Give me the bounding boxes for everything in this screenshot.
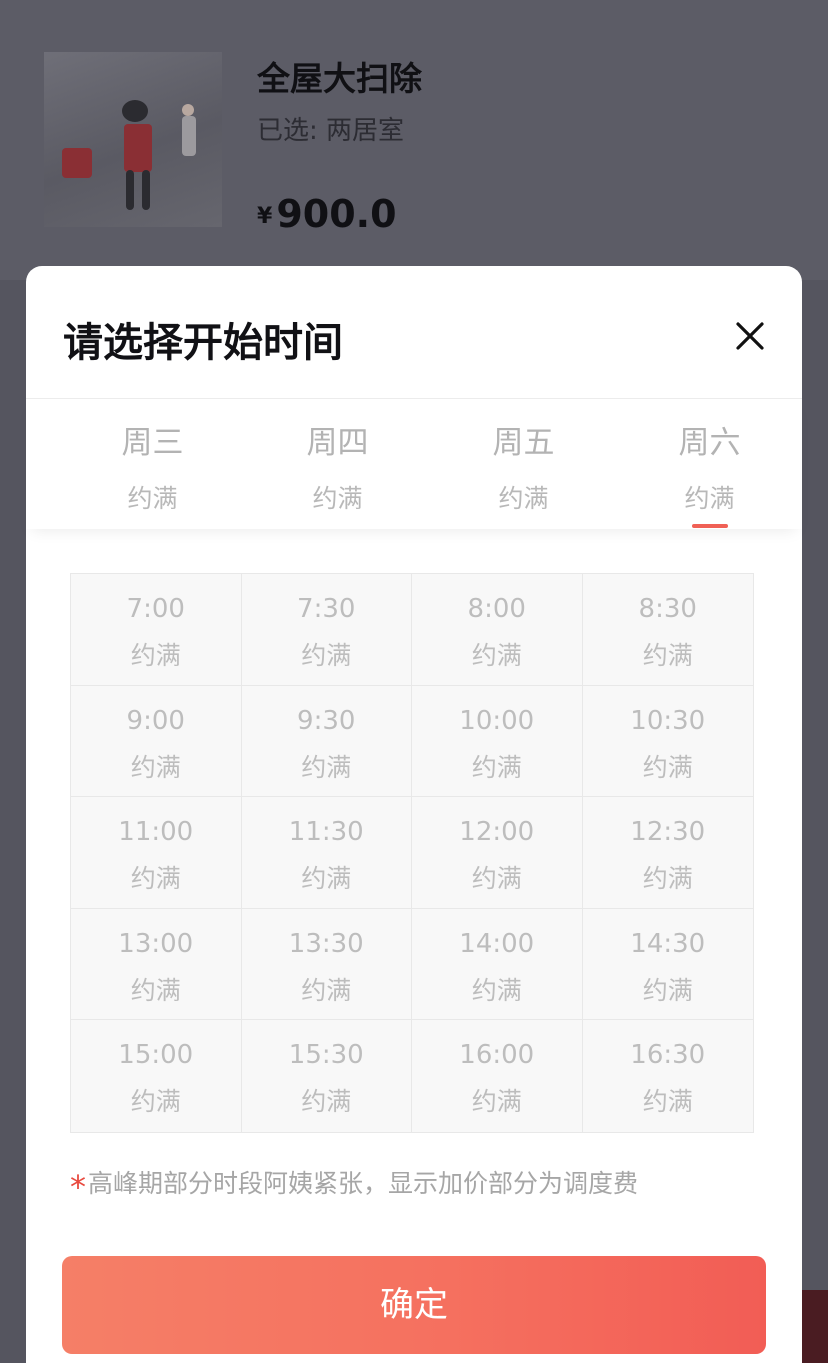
slot-time: 7:30 [297, 594, 356, 624]
time-slot[interactable]: 7:30 约满 [241, 574, 412, 686]
slot-status: 约满 [130, 1087, 181, 1117]
background-edge [800, 1290, 828, 1363]
day-name: 周五 [492, 425, 555, 461]
time-slot[interactable]: 13:30 约满 [241, 908, 412, 1021]
slot-time: 16:00 [459, 1040, 535, 1071]
slot-time: 9:00 [126, 705, 185, 736]
slot-time: 10:00 [459, 705, 535, 736]
sheet-header: 请选择开始时间 [26, 266, 802, 399]
slot-time: 9:30 [297, 705, 356, 736]
day-status: 约满 [684, 484, 735, 513]
time-slot[interactable]: 14:00 约满 [412, 908, 583, 1021]
slot-time: 10:30 [630, 705, 706, 736]
slot-status: 约满 [642, 1087, 693, 1117]
slot-status: 约满 [642, 752, 693, 782]
required-star: * [70, 1168, 86, 1206]
slot-time: 13:00 [118, 928, 194, 959]
slot-status: 约满 [471, 752, 522, 782]
time-slot[interactable]: 15:30 约满 [241, 1020, 412, 1132]
slot-status: 约满 [301, 1087, 352, 1117]
slot-status: 约满 [130, 975, 181, 1005]
time-slot-grid: 7:00 约满 7:30 约满 8:00 约满 8:30 约满 9:00 约满 9:30 约… [70, 573, 754, 1133]
slot-status: 约满 [471, 1087, 522, 1117]
day-status: 约满 [498, 484, 549, 513]
time-slot[interactable]: 12:30 约满 [582, 797, 753, 909]
time-slot[interactable]: 8:30 约满 [582, 574, 753, 686]
sheet-title: 请选择开始时间 [63, 320, 343, 366]
time-slot[interactable]: 14:30 约满 [582, 908, 753, 1021]
time-slot[interactable]: 8:00 约满 [412, 574, 583, 686]
slot-status: 约满 [301, 752, 352, 782]
time-slot[interactable]: 11:30 约满 [241, 797, 412, 909]
product-price: ¥900.0 [257, 192, 397, 236]
slot-status: 约满 [471, 864, 522, 894]
time-slot[interactable]: 10:00 约满 [412, 685, 583, 798]
day-tabs: 周三 约满 周四 约满 周五 约满 周六 约满 [26, 399, 802, 529]
slot-status: 约满 [471, 975, 522, 1005]
slot-status: 约满 [471, 641, 522, 670]
close-icon [736, 322, 764, 350]
product-card: 全屋大扫除 已选: 两居室 ¥900.0 [0, 0, 828, 280]
time-slot[interactable]: 9:00 约满 [71, 685, 242, 798]
slot-time: 14:00 [459, 928, 535, 959]
day-name: 周六 [678, 425, 741, 461]
slot-time: 12:30 [630, 817, 706, 848]
tab-day-0[interactable]: 周三 约满 [60, 399, 245, 529]
day-name: 周四 [306, 425, 369, 461]
slot-time: 7:00 [126, 594, 185, 624]
slot-status: 约满 [301, 864, 352, 894]
slot-status: 约满 [130, 641, 181, 670]
time-slot[interactable]: 16:00 约满 [412, 1020, 583, 1132]
peak-hours-note: *高峰期部分时段阿姨紧张，显示加价部分为调度费 [70, 1164, 638, 1206]
slot-time: 14:30 [630, 928, 706, 959]
slot-status: 约满 [642, 641, 693, 670]
product-selected-option: 已选: 两居室 [257, 116, 405, 146]
time-slot[interactable]: 11:00 约满 [71, 797, 242, 909]
time-slot[interactable]: 13:00 约满 [71, 908, 242, 1021]
close-button[interactable] [728, 314, 772, 358]
tab-day-1[interactable]: 周四 约满 [245, 399, 430, 529]
tab-day-2[interactable]: 周五 约满 [431, 399, 616, 529]
slot-time: 11:00 [118, 817, 194, 848]
day-status: 约满 [127, 484, 178, 513]
product-title: 全屋大扫除 [257, 59, 422, 98]
slot-status: 约满 [130, 752, 181, 782]
time-slot[interactable]: 12:00 约满 [412, 797, 583, 909]
slot-status: 约满 [301, 641, 352, 670]
slot-time: 13:30 [288, 928, 364, 959]
active-tab-indicator [692, 524, 728, 528]
slot-time: 8:00 [467, 594, 526, 624]
slot-status: 约满 [642, 864, 693, 894]
time-slot[interactable]: 10:30 约满 [582, 685, 753, 798]
day-name: 周三 [121, 425, 184, 461]
tab-day-3[interactable]: 周六 约满 [617, 399, 802, 529]
slot-time: 15:30 [288, 1040, 364, 1071]
slot-time: 12:00 [459, 817, 535, 848]
note-text: 高峰期部分时段阿姨紧张，显示加价部分为调度费 [88, 1169, 639, 1198]
time-picker-sheet: 请选择开始时间 周三 约满 周四 约满 周五 约满 周六 约满 7:00 约满 … [26, 266, 802, 1363]
slot-time: 16:30 [630, 1040, 706, 1071]
currency-symbol: ¥ [257, 204, 273, 229]
slot-time: 15:00 [118, 1040, 194, 1071]
confirm-button[interactable]: 确定 [62, 1256, 766, 1354]
slot-status: 约满 [642, 975, 693, 1005]
slot-status: 约满 [301, 975, 352, 1005]
time-slot[interactable]: 16:30 约满 [582, 1020, 753, 1132]
slot-status: 约满 [130, 864, 181, 894]
price-amount: 900.0 [276, 192, 397, 236]
product-image [44, 52, 222, 227]
time-slot[interactable]: 7:00 约满 [71, 574, 242, 686]
time-slot[interactable]: 9:30 约满 [241, 685, 412, 798]
time-slot[interactable]: 15:00 约满 [71, 1020, 242, 1132]
slot-time: 8:30 [638, 594, 697, 624]
day-status: 约满 [312, 484, 363, 513]
slot-time: 11:30 [288, 817, 364, 848]
